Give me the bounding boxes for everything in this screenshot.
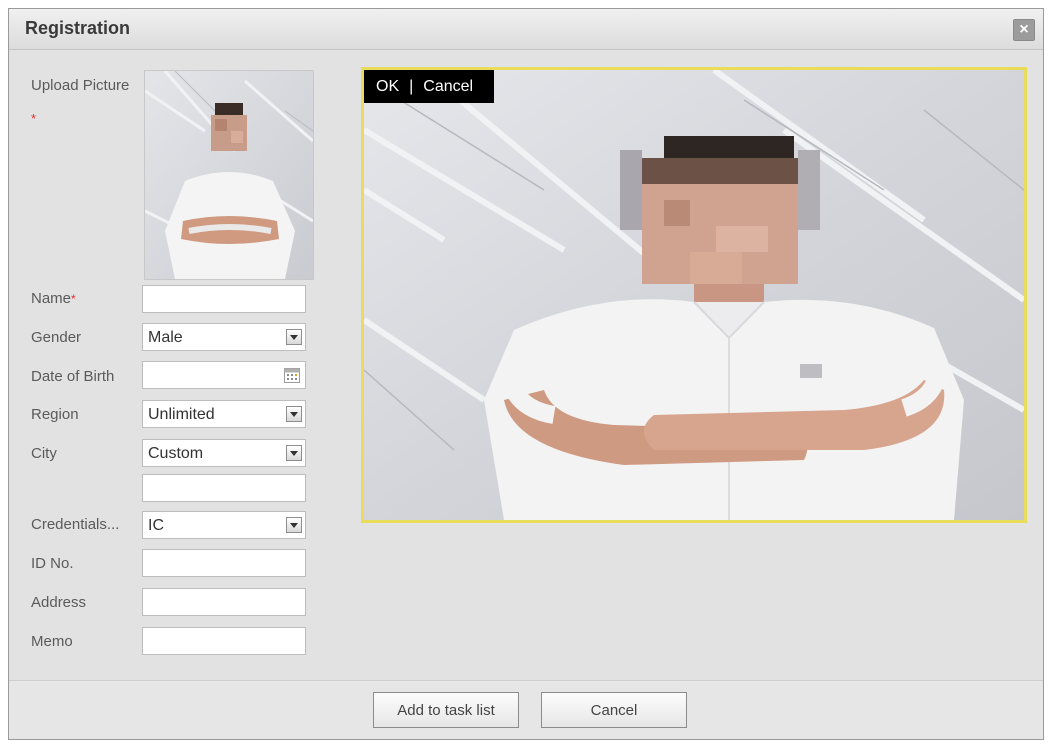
person-photo-thumbnail (145, 71, 313, 279)
close-icon[interactable]: × (1013, 19, 1035, 41)
credentials-select[interactable]: IC (142, 511, 306, 539)
memo-label: Memo (31, 633, 73, 650)
chevron-down-icon[interactable] (286, 329, 302, 345)
crop-cancel-button[interactable]: Cancel (423, 78, 473, 96)
name-input[interactable] (142, 285, 306, 313)
gender-value: Male (148, 329, 183, 346)
registration-dialog: Registration × Upload Picture * Name* Ge… (8, 8, 1044, 740)
address-label: Address (31, 594, 87, 611)
gender-label: Gender (31, 329, 82, 346)
calendar-icon[interactable] (284, 367, 300, 383)
person-photo-preview (364, 70, 1024, 520)
city-custom-input[interactable] (142, 474, 306, 502)
city-label: City (31, 445, 57, 462)
address-input[interactable] (142, 588, 306, 616)
crop-preview[interactable]: OK | Cancel (361, 67, 1027, 523)
dob-input[interactable] (142, 361, 306, 389)
region-value: Unlimited (148, 406, 215, 423)
dialog-title: Registration (25, 18, 131, 38)
crop-separator: | (409, 77, 414, 95)
chevron-down-icon[interactable] (286, 445, 302, 461)
credentials-value: IC (148, 517, 164, 534)
id-no-label: ID No. (31, 555, 74, 572)
add-to-task-list-button[interactable]: Add to task list (373, 692, 519, 728)
name-label: Name* (31, 290, 76, 307)
credentials-label: Credentials... (31, 516, 120, 533)
region-select[interactable]: Unlimited (142, 400, 306, 428)
required-mark: * (31, 111, 37, 126)
cancel-button[interactable]: Cancel (541, 692, 687, 728)
upload-picture-thumbnail[interactable] (144, 70, 314, 280)
city-select[interactable]: Custom (142, 439, 306, 467)
gender-select[interactable]: Male (142, 323, 306, 351)
chevron-down-icon[interactable] (286, 517, 302, 533)
crop-ok-button[interactable]: OK (376, 78, 399, 96)
crop-toolbar: OK | Cancel (364, 70, 494, 103)
dialog-titlebar: Registration × (9, 9, 1043, 50)
memo-input[interactable] (142, 627, 306, 655)
upload-picture-label: Upload Picture (31, 77, 130, 94)
city-value: Custom (148, 445, 204, 462)
dialog-footer: Add to task list Cancel (9, 680, 1043, 739)
region-label: Region (31, 406, 79, 423)
id-no-input[interactable] (142, 549, 306, 577)
dob-label: Date of Birth (31, 368, 115, 385)
chevron-down-icon[interactable] (286, 406, 302, 422)
